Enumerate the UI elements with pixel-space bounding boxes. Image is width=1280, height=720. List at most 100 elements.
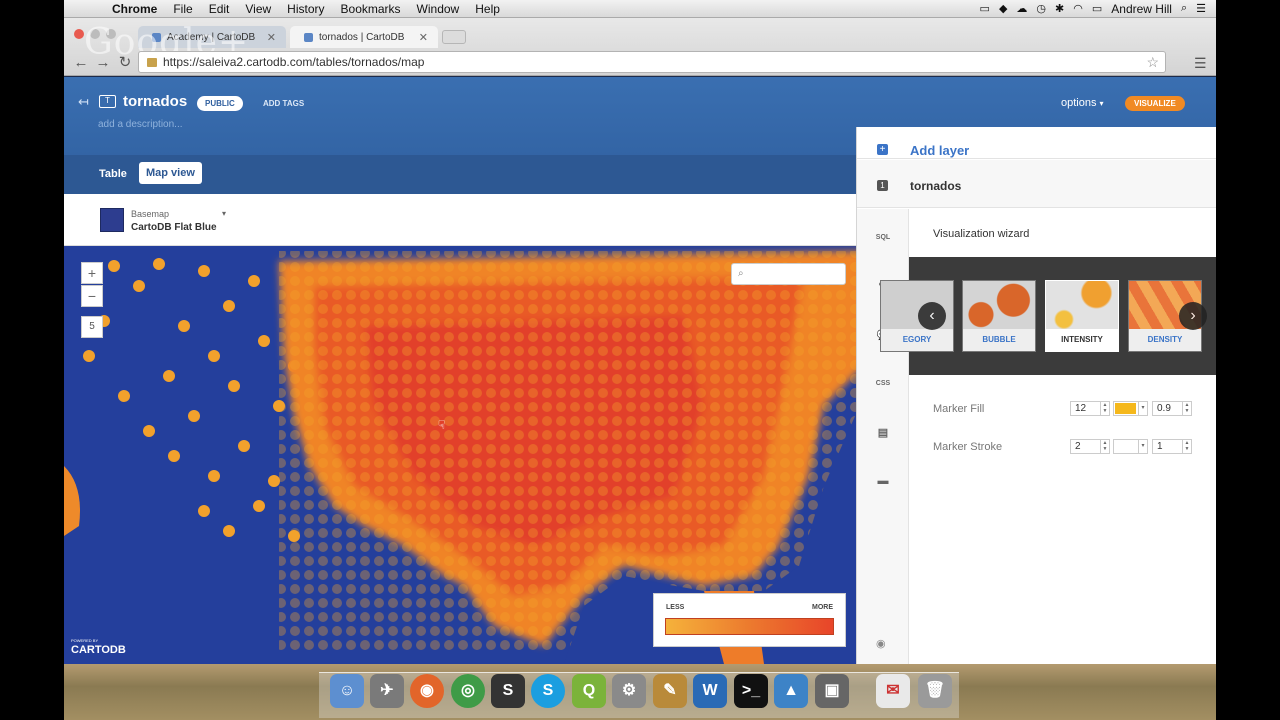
browser-tab-tornados[interactable]: tornados | CartoDB ✕ — [290, 26, 438, 48]
map-search-input[interactable]: ⌕ — [731, 263, 846, 285]
tab-map-view[interactable]: Map view — [139, 162, 202, 184]
word-icon[interactable]: W — [693, 674, 727, 708]
marker-fill-opacity-stepper[interactable]: 0.9 ▲ ▼ — [1152, 401, 1192, 416]
carousel-prev-icon[interactable]: ‹ — [918, 302, 946, 330]
menu-history[interactable]: History — [279, 2, 332, 16]
menu-window[interactable]: Window — [409, 2, 468, 16]
tab-table[interactable]: Table — [99, 168, 127, 180]
privacy-badge[interactable]: PUBLIC — [197, 96, 243, 111]
bluetooth-icon[interactable]: ✱ — [1055, 2, 1064, 15]
terminal-icon[interactable]: >_ — [734, 674, 768, 708]
close-window-icon[interactable] — [74, 29, 84, 39]
sublime-text-icon[interactable]: S — [491, 674, 525, 708]
forward-arrow-icon[interactable]: → — [92, 54, 114, 71]
layer-row[interactable]: 1 tornados — [857, 160, 1216, 208]
stepper-value: 1 — [1157, 441, 1163, 452]
marker-fill-label: Marker Fill — [933, 403, 985, 415]
menu-help[interactable]: Help — [467, 2, 508, 16]
battery-icon[interactable]: ▭ — [1092, 2, 1102, 15]
marker-stroke-width-stepper[interactable]: 2 ▲ ▼ — [1070, 439, 1110, 454]
dropbox-icon[interactable]: ◆ — [999, 2, 1007, 15]
tab-title: tornados | CartoDB — [319, 31, 405, 43]
qgis-icon[interactable]: Q — [572, 674, 606, 708]
menu-app-name[interactable]: Chrome — [104, 2, 165, 16]
wifi-icon[interactable]: ◠ — [1073, 2, 1083, 15]
browser-tab-academy[interactable]: Academy | CartoDB ✕ — [138, 26, 286, 48]
chrome-icon[interactable]: ◎ — [451, 674, 485, 708]
notification-center-icon[interactable]: ☰ — [1196, 2, 1206, 15]
menu-file[interactable]: File — [165, 2, 200, 16]
mail-doc-icon[interactable]: ✉ — [876, 674, 910, 708]
stepper-arrows-icon[interactable]: ▲ ▼ — [1100, 440, 1109, 453]
time-machine-icon[interactable]: ◷ — [1036, 2, 1046, 15]
legends-icon[interactable]: ▬ — [874, 474, 892, 488]
terminal-status-icon[interactable]: ▭ — [980, 2, 990, 15]
back-to-dashboard-icon[interactable]: ↤ — [78, 94, 89, 110]
options-menu[interactable]: options ▾ — [1061, 97, 1104, 109]
visualize-button[interactable]: VISUALIZE — [1125, 96, 1185, 111]
spotlight-icon[interactable]: ⌕ — [1181, 2, 1187, 15]
zoom-window-icon[interactable] — [106, 29, 116, 39]
menu-edit[interactable]: Edit — [201, 2, 238, 16]
marker-stroke-opacity-stepper[interactable]: 1 ▲ ▼ — [1152, 439, 1192, 454]
basemap-name[interactable]: CartoDB Flat Blue — [131, 222, 217, 233]
keynote-icon[interactable]: ▲ — [774, 674, 808, 708]
close-tab-icon[interactable]: ✕ — [419, 31, 428, 44]
marker-fill-color-picker[interactable]: ▾ — [1113, 401, 1148, 416]
zoom-in-button[interactable]: + — [81, 262, 103, 284]
launchpad-icon[interactable]: ✈ — [370, 674, 404, 708]
carousel-next-icon[interactable]: › — [1179, 302, 1207, 330]
stepper-arrows-icon[interactable]: ▲ ▼ — [1182, 402, 1191, 415]
user-name[interactable]: Andrew Hill — [1111, 2, 1172, 16]
description-field[interactable]: add a description... — [98, 119, 183, 130]
add-tags-link[interactable]: ADD TAGS — [263, 99, 304, 108]
hand-cursor-icon: ☟ — [438, 418, 446, 432]
preview-icon[interactable]: ✎ — [653, 674, 687, 708]
skype-icon[interactable]: S — [531, 674, 565, 708]
close-tab-icon[interactable]: ✕ — [267, 31, 276, 44]
new-tab-button[interactable] — [442, 30, 466, 44]
chevron-down-icon: ▾ — [1138, 440, 1147, 453]
layer-number: 1 — [877, 180, 888, 191]
wizard-intensity[interactable]: INTENSITY — [1045, 280, 1119, 352]
map-canvas[interactable]: + − 5 ⌕ ☟ LESS MORE POWERED BY CARTODB — [64, 246, 856, 664]
wizard-title: Visualization wizard — [933, 228, 1030, 240]
stepper-arrows-icon[interactable]: ▲ ▼ — [1182, 440, 1191, 453]
firefox-icon[interactable]: ◉ — [410, 674, 444, 708]
add-layer-row[interactable]: + Add layer — [857, 127, 1216, 159]
table-type-icon: T — [99, 95, 116, 108]
stepper-arrows-icon[interactable]: ▲ ▼ — [1100, 402, 1109, 415]
address-bar[interactable]: https://saleiva2.cartodb.com/tables/torn… — [138, 51, 1166, 73]
chevron-down-icon[interactable]: ▾ — [222, 209, 226, 218]
bookmark-star-icon[interactable]: ☆ — [1146, 54, 1159, 71]
cartodb-favicon-icon — [304, 32, 313, 42]
back-arrow-icon[interactable]: ← — [70, 54, 92, 71]
trash-icon[interactable]: 🗑 — [918, 674, 952, 708]
reload-icon[interactable]: ↻ — [114, 53, 136, 71]
chevron-down-icon: ▾ — [1138, 402, 1147, 415]
filters-icon[interactable]: ▤ — [874, 426, 892, 440]
wizard-bubble[interactable]: BUBBLE — [962, 280, 1036, 352]
menu-bookmarks[interactable]: Bookmarks — [333, 2, 409, 16]
cartodb-logo[interactable]: CARTODB — [71, 644, 126, 656]
minimize-window-icon[interactable] — [90, 29, 100, 39]
cloud-icon[interactable]: ☁ — [1016, 2, 1027, 15]
zoom-out-button[interactable]: − — [81, 285, 103, 307]
css-icon[interactable]: CSS — [874, 377, 892, 391]
marker-stroke-color-picker[interactable]: ▾ — [1113, 439, 1148, 454]
system-preferences-icon[interactable]: ⚙ — [612, 674, 646, 708]
mac-menubar: Chrome File Edit View History Bookmarks … — [64, 0, 1216, 18]
cartodb-favicon-icon — [152, 32, 161, 42]
sql-icon[interactable]: SQL — [874, 231, 892, 245]
finder-icon[interactable]: ☺ — [330, 674, 364, 708]
basemap-thumbnail[interactable] — [100, 208, 124, 232]
menu-view[interactable]: View — [237, 2, 279, 16]
photo-app-icon[interactable]: ▣ — [815, 674, 849, 708]
lightbulb-icon[interactable]: ◉ — [876, 637, 886, 650]
search-icon: ⌕ — [738, 268, 744, 279]
chrome-menu-icon[interactable]: ☰ — [1194, 55, 1207, 72]
options-label: options — [1061, 97, 1097, 109]
marker-stroke-label: Marker Stroke — [933, 441, 1003, 453]
marker-fill-width-stepper[interactable]: 12 ▲ ▼ — [1070, 401, 1110, 416]
table-title[interactable]: tornados — [123, 93, 187, 110]
